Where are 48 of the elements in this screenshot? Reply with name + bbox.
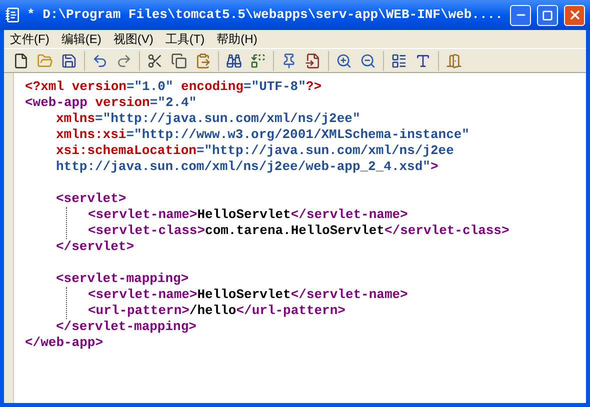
code-token: <servlet-class> (88, 223, 206, 239)
code-token: com.tarena.HelloServlet (205, 223, 384, 239)
code-token: </servlet> (56, 239, 134, 255)
code-token: /hello (189, 303, 236, 319)
code-token: http://java.sun.com/xml/ns/j2ee/web-app_2_4.xsd" (56, 159, 430, 175)
code-token: ="http://www.w3.org/2001/XMLSchema-instance" (126, 127, 470, 143)
menu-item[interactable]: 编辑(E) (57, 30, 106, 48)
code-token: </servlet-name> (290, 287, 408, 303)
menu-item[interactable]: 工具(T) (161, 30, 209, 48)
code-token: <web-app (25, 95, 88, 111)
code-token: ="2.4" (150, 95, 197, 111)
code-token: </url-pattern> (236, 303, 346, 319)
minimize-button[interactable] (510, 4, 531, 26)
code-token: ="1.0" (126, 79, 174, 95)
code-token: version (70, 79, 126, 95)
copy-icon[interactable] (169, 50, 189, 70)
maximize-icon (542, 10, 553, 20)
window-title: * D:\Program Files\tomcat5.5\webapps\serv-app\WEB-INF\web.... (27, 6, 504, 24)
code-token: xsi:schemaLocation (56, 143, 196, 159)
code-token: <servlet-name> (88, 287, 198, 303)
code-token: </servlet-name> (290, 207, 408, 223)
code-token: </web-app> (25, 335, 104, 351)
code-token: ="http://java.sun.com/xml/ns/j2ee" (95, 111, 360, 127)
menu-item[interactable]: 帮助(H) (212, 30, 262, 48)
code-token: <servlet-mapping> (56, 271, 189, 287)
code-token: <servlet> (56, 191, 126, 207)
code-token: version (94, 95, 150, 111)
code-token: xmlns:xsi (56, 127, 126, 143)
code-token: <servlet-name> (88, 207, 198, 223)
close-button[interactable] (564, 4, 585, 26)
code-token: ?> (306, 79, 322, 95)
code-token: > (430, 159, 438, 175)
notepad-icon (5, 7, 21, 23)
code-token: ="UTF-8" (243, 79, 306, 95)
code-token: <?xml (25, 79, 64, 95)
maximize-button[interactable] (537, 4, 558, 26)
code-token: HelloServlet (197, 207, 291, 223)
code-token: encoding (180, 79, 244, 95)
editor-area[interactable] (4, 72, 586, 403)
code-token: <url-pattern> (88, 303, 190, 319)
close-icon (568, 8, 582, 22)
code-token: ="http://java.sun.com/xml/ns/j2ee (196, 143, 454, 159)
code-token: xmlns (56, 111, 96, 127)
code-token: </servlet-class> (384, 223, 510, 239)
code-token: HelloServlet (197, 287, 291, 303)
code-token: </servlet-mapping> (56, 319, 196, 335)
menu-item[interactable]: 文件(F) (6, 30, 54, 48)
menu-item[interactable]: 视图(V) (109, 30, 158, 48)
